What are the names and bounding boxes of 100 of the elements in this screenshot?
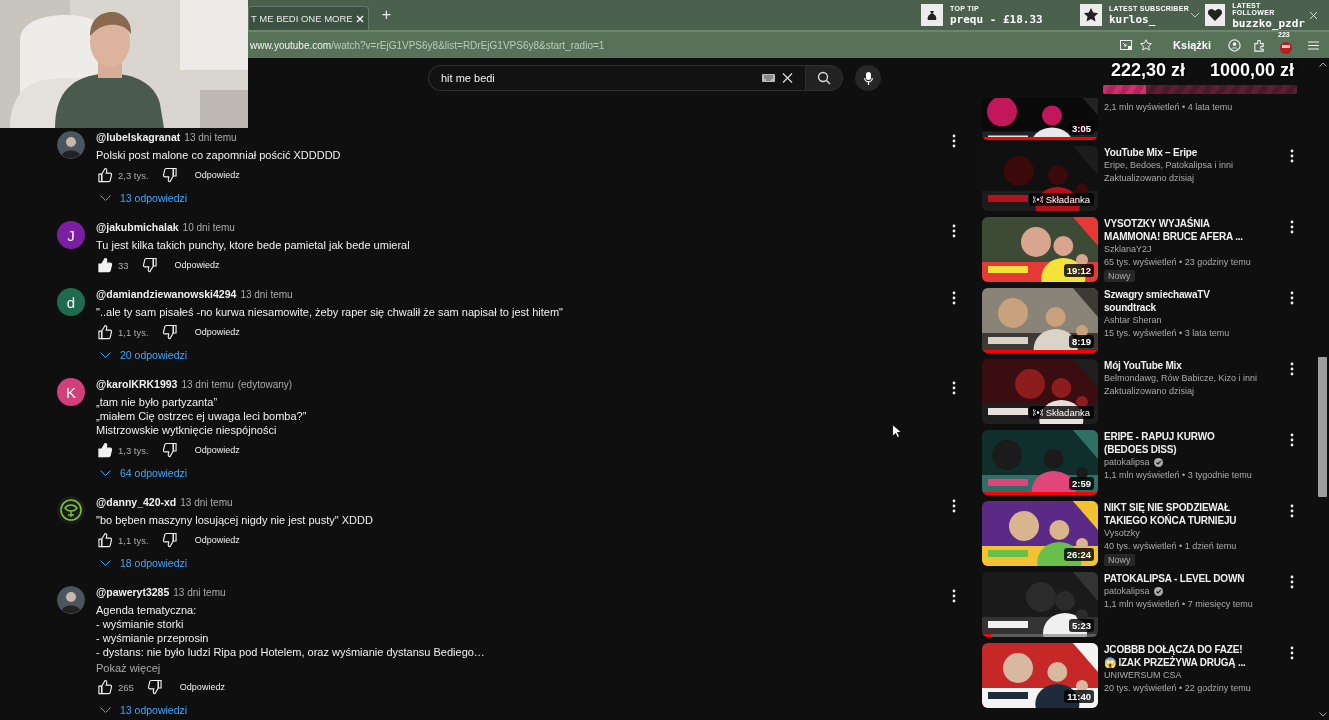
- comment-text: „tam nie było partyzanta” „miałem Cię ostrzec ej uwaga leci bomba?” Mistrzowskie wytknięcie niespójności: [96, 395, 307, 437]
- menu-icon[interactable]: [1308, 40, 1319, 50]
- avatar: d: [57, 288, 85, 316]
- edited-label: (edytowany): [237, 379, 293, 390]
- like-count: 2,3 tys.: [118, 169, 149, 181]
- comment-author[interactable]: @paweryt3285: [96, 586, 170, 598]
- chevron-down-icon: [100, 470, 111, 476]
- chevron-down-icon[interactable]: [1190, 12, 1200, 18]
- comment-time[interactable]: 13 dni temu: [184, 132, 237, 143]
- goal-raised: 222,30 zł: [1111, 60, 1186, 81]
- dislike-button[interactable]: [160, 531, 179, 549]
- reply-button[interactable]: Odpowiedz: [190, 533, 244, 547]
- broadcast-icon: [1032, 409, 1043, 416]
- bookmarks-button[interactable]: Książki: [1170, 39, 1214, 51]
- avatar: K: [57, 378, 85, 406]
- scrollbar-thumb[interactable]: [1318, 357, 1327, 497]
- like-button[interactable]: [96, 256, 114, 274]
- search-button[interactable]: [805, 65, 843, 91]
- replies-button[interactable]: 13 odpowiedzi: [100, 699, 188, 720]
- comment-text: Tu jest kilka takich punchy, ktore bede pamietal jak bede umieral: [96, 238, 410, 252]
- channel-name[interactable]: Ashtar Sheran: [1104, 314, 1162, 327]
- star-icon[interactable]: [1140, 39, 1153, 51]
- video-meta: Zaktualizowano dzisiaj: [1104, 172, 1196, 185]
- show-more-link[interactable]: Pokaż więcej: [96, 662, 161, 674]
- video-title[interactable]: NIKT SIĘ NIE SPODZIEWAŁ TAKIEGO KOŃCA TURNIEJU: [1104, 501, 1254, 527]
- comment-time[interactable]: 13 dni temu: [240, 289, 293, 300]
- comment-time[interactable]: 13 dni temu: [180, 497, 233, 508]
- profile-icon[interactable]: [1228, 38, 1241, 52]
- channel-name[interactable]: patokalipsa: [1104, 456, 1150, 469]
- comment-author[interactable]: @danny_420-xd: [96, 496, 177, 508]
- clear-icon[interactable]: [782, 72, 793, 84]
- install-icon[interactable]: [1120, 39, 1133, 51]
- duration-label: 2:59: [1069, 477, 1094, 490]
- video-meta: 1,1 mln wyświetleń • 3 tygodnie temu: [1104, 469, 1253, 482]
- reply-button[interactable]: Odpowiedz: [175, 680, 229, 694]
- video-title[interactable]: ERIPE - RAPUJ KURWO (BEDOES DISS): [1104, 430, 1254, 456]
- new-badge: Nowy: [1104, 270, 1135, 282]
- mic-icon: [863, 71, 873, 85]
- scroll-down-icon[interactable]: [1318, 712, 1327, 717]
- replies-button[interactable]: 18 odpowiedzi: [100, 552, 188, 574]
- replies-button[interactable]: 64 odpowiedzi: [100, 462, 188, 484]
- channel-name[interactable]: UNIWERSUM CSA: [1104, 669, 1182, 682]
- reply-button[interactable]: Odpowiedz: [190, 443, 244, 457]
- reply-button[interactable]: Odpowiedz: [170, 258, 224, 272]
- comment-author[interactable]: @lubelskagranat: [96, 131, 181, 143]
- browser-tab[interactable]: T ME BEDI ONE MORE: [248, 6, 369, 30]
- video-title[interactable]: JCOBBB DOŁĄCZA DO FAZE! 😱 IZAK PRZEŻYWA DRUGĄ ...: [1104, 643, 1254, 669]
- like-button[interactable]: [96, 323, 114, 341]
- cursor-icon: [892, 424, 901, 438]
- comment-author[interactable]: @karolKRK1993: [96, 378, 178, 390]
- like-button[interactable]: [96, 166, 114, 184]
- comment-text: "..ale ty sam pisałeś -no kurwa niesamowite, żeby raper się chwalił że sam napisał to jest hitem": [96, 305, 563, 319]
- channel-name[interactable]: Eripe, Bedoes, Patokalipsa i inni: [1104, 159, 1234, 172]
- extension-icon[interactable]: [1278, 39, 1294, 55]
- dislike-button[interactable]: [160, 323, 179, 341]
- reply-button[interactable]: Odpowiedz: [190, 325, 244, 339]
- search-field[interactable]: hit me bedi: [428, 65, 805, 91]
- comment-author[interactable]: @jakubmichalak: [96, 221, 179, 233]
- scroll-up-icon[interactable]: [1318, 62, 1327, 67]
- video-meta: 40 tys. wyświetleń • 1 dzień temu: [1104, 540, 1238, 553]
- video-title[interactable]: PATOKALIPSA - LEVEL DOWN: [1104, 572, 1254, 585]
- channel-name[interactable]: SzklanaY2J: [1104, 243, 1152, 256]
- channel-name[interactable]: Belmondawg, Rów Babicze, Kizo i inni: [1104, 372, 1258, 385]
- chevron-down-icon: [100, 195, 111, 201]
- avatar-icon: [57, 586, 85, 614]
- video-title[interactable]: Mój YouTube Mix: [1104, 359, 1254, 372]
- broadcast-icon: [1032, 196, 1043, 203]
- like-button[interactable]: [96, 441, 114, 459]
- comment-author[interactable]: @damiandziewanowski4294: [96, 288, 237, 300]
- replies-button[interactable]: 13 odpowiedzi: [100, 187, 188, 209]
- channel-name[interactable]: patokalipsa: [1104, 585, 1150, 598]
- comment-time[interactable]: 13 dni temu: [181, 379, 234, 390]
- close-icon[interactable]: [1309, 10, 1318, 20]
- avatar: J: [57, 221, 85, 249]
- dislike-button[interactable]: [160, 166, 179, 184]
- url-text[interactable]: www.youtube.com/watch?v=rEjG1VPS6y8&list=RDrEjG1VPS6y8&start_radio=1: [250, 39, 605, 51]
- mix-label: Składanka: [1045, 407, 1090, 418]
- video-title[interactable]: YouTube Mix – Eripe: [1104, 146, 1254, 159]
- comment-time[interactable]: 13 dni temu: [173, 587, 226, 598]
- channel-name[interactable]: Vysotzky: [1104, 527, 1140, 540]
- puzzle-icon[interactable]: [1253, 38, 1266, 52]
- like-count: 1,1 tys.: [118, 326, 149, 338]
- video-title[interactable]: Szwagry smiechawaTV soundtrack: [1104, 288, 1254, 314]
- new-tab-button[interactable]: +: [378, 6, 395, 24]
- mic-button[interactable]: [855, 65, 881, 91]
- dislike-button[interactable]: [160, 441, 179, 459]
- video-title[interactable]: VYSOTZKY WYJAŚNIA MAMMONA! BRUCE AFERA ...: [1104, 217, 1254, 243]
- like-count: 265: [118, 681, 134, 693]
- alert-value: kurlos_: [1109, 14, 1157, 25]
- dislike-button[interactable]: [140, 256, 159, 274]
- new-badge: Nowy: [1104, 554, 1135, 566]
- video-meta: 2,1 mln wyświetleń • 4 lata temu: [1104, 101, 1234, 114]
- like-button[interactable]: [96, 531, 114, 549]
- video-meta: 65 tys. wyświetleń • 23 godziny temu: [1104, 256, 1252, 269]
- like-button[interactable]: [96, 678, 114, 696]
- money-bag-icon: [921, 4, 943, 26]
- dislike-button[interactable]: [145, 678, 164, 696]
- comment-time[interactable]: 10 dni temu: [182, 222, 235, 233]
- replies-button[interactable]: 20 odpowiedzi: [100, 344, 188, 366]
- reply-button[interactable]: Odpowiedz: [190, 168, 244, 182]
